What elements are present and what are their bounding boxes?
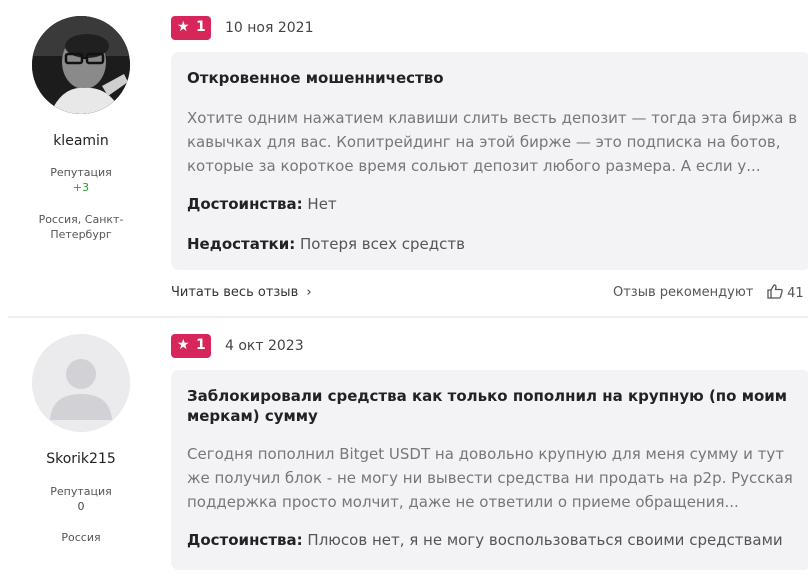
user-name[interactable]: kleamin [0,133,162,149]
reputation-value: +3 [72,181,90,194]
rating-badge: ★ 1 [171,16,211,40]
star-icon: ★ [177,337,190,353]
rating-value: 1 [196,19,206,35]
review-content[interactable]: Заблокировали средства как только пополн… [171,370,808,570]
star-icon: ★ [177,19,190,35]
review-content[interactable]: Откровенное мошенничество Хотите одним н… [171,52,808,270]
review-title[interactable]: Откровенное мошенничество [187,68,807,88]
reputation-label: Репутация [50,485,112,498]
cons-label: Недостатки: [187,235,296,253]
reputation-label: Репутация [50,166,112,179]
reputation-value: 0 [77,500,85,513]
recommend-label: Отзыв рекомендуют [613,285,754,300]
review-title[interactable]: Заблокировали средства как только пополн… [187,386,807,426]
pros-value: Нет [307,195,337,213]
avatar-photo [32,16,130,114]
pros-row: Достоинства: Нет [187,195,337,213]
user-name[interactable]: Skorik215 [0,451,162,467]
like-button[interactable]: 41 [767,284,804,301]
cons-value: Потеря всех средств [300,235,465,253]
default-avatar-icon [32,334,130,432]
cons-row: Недостатки: Потеря всех средств [187,235,465,253]
review-text: Хотите одним нажатием клавиши слить вест… [187,109,798,175]
review-card: Skorik215 Репутация 0 Россия ★ 1 4 окт 2… [0,318,808,578]
pros-value: Плюсов нет, я не могу воспользоваться св… [307,531,783,549]
rating-value: 1 [196,337,206,353]
chevron-right-icon: › [306,285,312,300]
user-location: Россия, Санкт-Петербург [38,213,124,241]
review-text: Сегодня пополнил Bitget USDT на довольно… [187,445,793,511]
avatar[interactable] [32,16,130,114]
read-full-review-link[interactable]: Читать весь отзыв › [171,285,312,300]
review-date: 10 ноя 2021 [225,20,314,36]
pros-label: Достоинства: [187,195,303,213]
pros-label: Достоинства: [187,531,303,549]
pros-row: Достоинства: Плюсов нет, я не могу воспо… [187,531,783,549]
read-more-label: Читать весь отзыв [171,285,299,300]
rating-badge: ★ 1 [171,334,211,358]
likes-count: 41 [787,286,804,301]
thumbs-up-icon [767,284,783,299]
review-card: kleamin Репутация +3 Россия, Санкт-Петер… [0,0,808,316]
avatar[interactable] [32,334,130,432]
user-location: Россия [61,531,101,544]
review-date: 4 окт 2023 [225,338,304,354]
